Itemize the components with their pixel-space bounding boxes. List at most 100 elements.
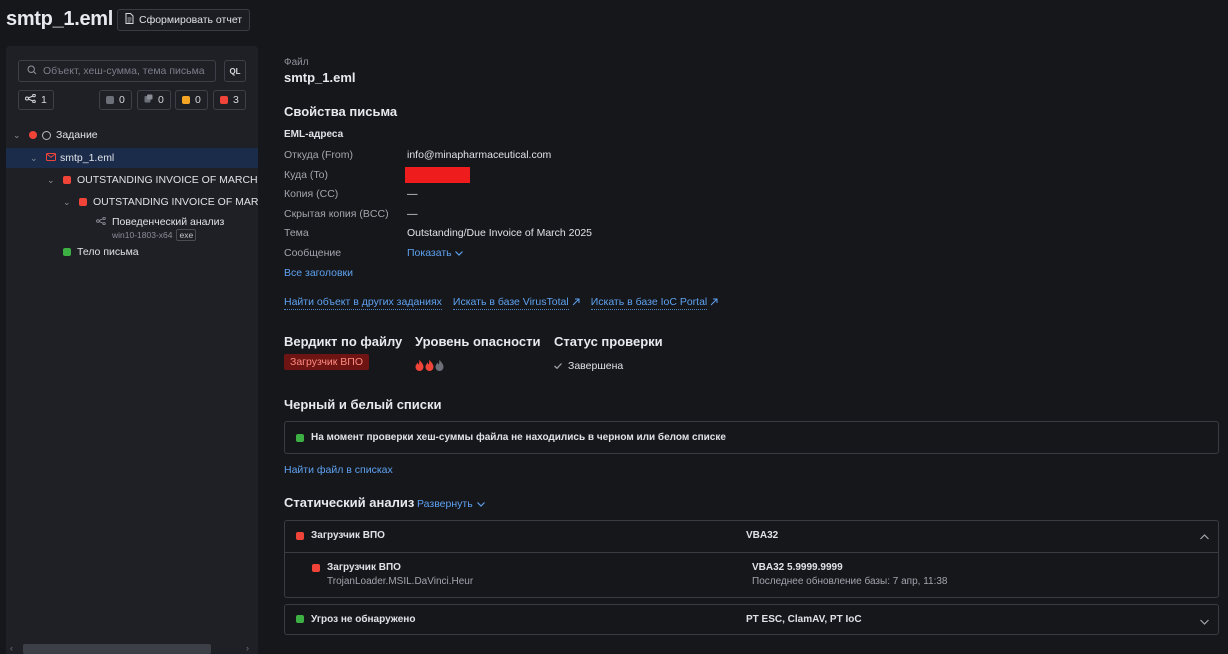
danger-level-indicator [415,359,444,374]
eml-addresses-heading: EML-адреса [284,129,344,140]
lists-status-text: На момент проверки хеш-суммы файла не на… [311,432,726,443]
red-dot-icon [29,131,37,139]
redacted-recipient [405,167,470,183]
orange-square-icon [182,96,190,104]
search-links: Найти объект в других заданиях Искать в … [284,296,718,310]
green-square-icon [63,248,71,256]
mail-icon [46,152,56,164]
orange-counter-chip[interactable]: 0 [175,90,208,110]
find-in-tasks-link[interactable]: Найти объект в других заданиях [284,296,442,310]
gray-counter-chip[interactable]: 0 [99,90,132,110]
tree-item-label: Задание [56,129,98,141]
status-heading: Статус проверки [554,334,663,349]
links-count: 1 [41,94,47,106]
verdict-badge: Загрузчик ВПО [284,354,370,370]
document-icon [125,13,134,27]
from-value: info@minapharmaceutical.com [407,149,552,161]
chevron-down-icon [454,247,463,259]
properties-heading: Свойства письма [284,104,398,119]
find-in-lists-link[interactable]: Найти файл в списках [284,464,393,476]
detection-name: Загрузчик ВПО [327,562,401,573]
subject-label: Тема [284,227,309,239]
file-type-tag: exe [176,229,197,241]
file-name: smtp_1.eml [284,70,356,85]
tree-item-attachment[interactable]: ⌄ OUTSTANDING INVOICE OF MARCH.zi [6,170,258,190]
tree-item-label: Тело письма [77,246,139,258]
graph-icon [25,93,36,106]
expand-button[interactable]: Развернуть [417,498,485,510]
tree-item-inner-file[interactable]: ⌄ OUTSTANDING INVOICE OF MARCH [6,192,258,212]
chevron-down-icon [476,498,485,510]
tree-item-label: smtp_1.eml [60,152,115,164]
environment-label: win10-1803-x64 [112,230,173,240]
chevron-down-icon[interactable] [1200,616,1209,628]
tree-item-label: OUTSTANDING INVOICE OF MARCH.zi [77,174,258,186]
static-result-header[interactable]: Загрузчик ВПО VBA32 [285,521,1218,553]
ioc-portal-link[interactable]: Искать в базе IoC Portal [590,296,708,310]
static-analysis-heading: Статический анализ [284,495,415,510]
chevron-up-icon[interactable] [1200,531,1209,543]
scroll-left-icon[interactable]: ‹ [10,643,13,653]
static-result-clean[interactable]: Угроз не обнаружено PT ESC, ClamAV, PT I… [284,604,1219,635]
ioc-portal-link-group[interactable]: Искать в базе IoC Portal [590,296,719,310]
engine-version: VBA32 5.9999.9999 [752,562,843,573]
generate-report-button[interactable]: Сформировать отчет [117,9,251,31]
verdict-value: Загрузчик ВПО [284,354,370,370]
red-square-icon [296,532,304,540]
to-label: Куда (To) [284,169,328,181]
red-counter-chip[interactable]: 3 [213,90,246,110]
detection-signature: TrojanLoader.MSIL.DaVinci.Heur [327,576,474,587]
bcc-label: Скрытая копия (BCC) [284,208,389,220]
orange-count: 0 [195,94,201,106]
page-title: smtp_1.eml [6,8,114,30]
check-icon [554,360,562,372]
circle-icon [42,130,51,140]
all-headers-link[interactable]: Все заголовки [284,267,353,279]
virustotal-link-group[interactable]: Искать в базе VirusTotal [452,296,580,310]
flame-icon [415,359,424,374]
tree-item-label: OUTSTANDING INVOICE OF MARCH [93,196,258,208]
gray-count: 0 [119,94,125,106]
search-input[interactable]: Объект, хеш-сумма, тема письма [18,60,216,82]
status-value-group: Завершена [554,360,623,372]
gray-square-icon [106,96,114,104]
search-icon [27,64,37,78]
chevron-down-icon: ⌄ [30,152,38,163]
static-result-vba32: Загрузчик ВПО VBA32 Загрузчик ВПО Trojan… [284,520,1219,598]
red-square-icon [220,96,228,104]
tree-item-task[interactable]: ⌄ Задание [6,125,258,145]
bcc-value: — [407,208,418,220]
virustotal-link[interactable]: Искать в базе VirusTotal [452,296,569,310]
red-square-icon [79,198,87,206]
cc-value: — [407,188,418,200]
tree-item-behavior[interactable]: Поведенческий анализ win10-1803-x64 exe [96,216,224,241]
show-message-label: Показать [407,247,452,259]
green-square-icon [296,615,304,623]
files-counter-chip[interactable]: 0 [137,90,171,110]
static-result-name: Загрузчик ВПО [311,530,385,541]
cc-label: Копия (CC) [284,188,339,200]
tree-item-eml[interactable]: ⌄ smtp_1.eml [6,148,258,168]
scrollbar-thumb[interactable] [23,644,211,654]
verdict-heading: Вердикт по файлу [284,334,403,349]
lists-heading: Черный и белый списки [284,397,442,412]
expand-label: Развернуть [417,498,473,510]
static-result-engine: VBA32 [746,530,779,541]
links-counter-chip[interactable]: 1 [18,90,54,110]
search-placeholder: Объект, хеш-сумма, тема письма [43,65,205,77]
file-stack-icon [144,94,153,106]
external-link-icon [710,297,718,309]
external-link-icon [572,297,580,309]
ql-button[interactable]: QL [224,60,246,82]
file-label: Файл [284,57,309,68]
graph-icon [96,216,106,228]
from-label: Откуда (From) [284,149,353,161]
show-message-button[interactable]: Показать [407,247,463,259]
message-label: Сообщение [284,247,342,259]
scroll-right-icon[interactable]: › [246,643,249,653]
tree-item-body[interactable]: Тело письма [6,242,258,262]
chevron-down-icon: ⌄ [63,196,71,207]
danger-level-heading: Уровень опасности [415,334,541,349]
sidebar: Объект, хеш-сумма, тема письма QL 1 0 0 … [6,46,258,654]
static-result-engines: PT ESC, ClamAV, PT IoC [746,614,862,625]
